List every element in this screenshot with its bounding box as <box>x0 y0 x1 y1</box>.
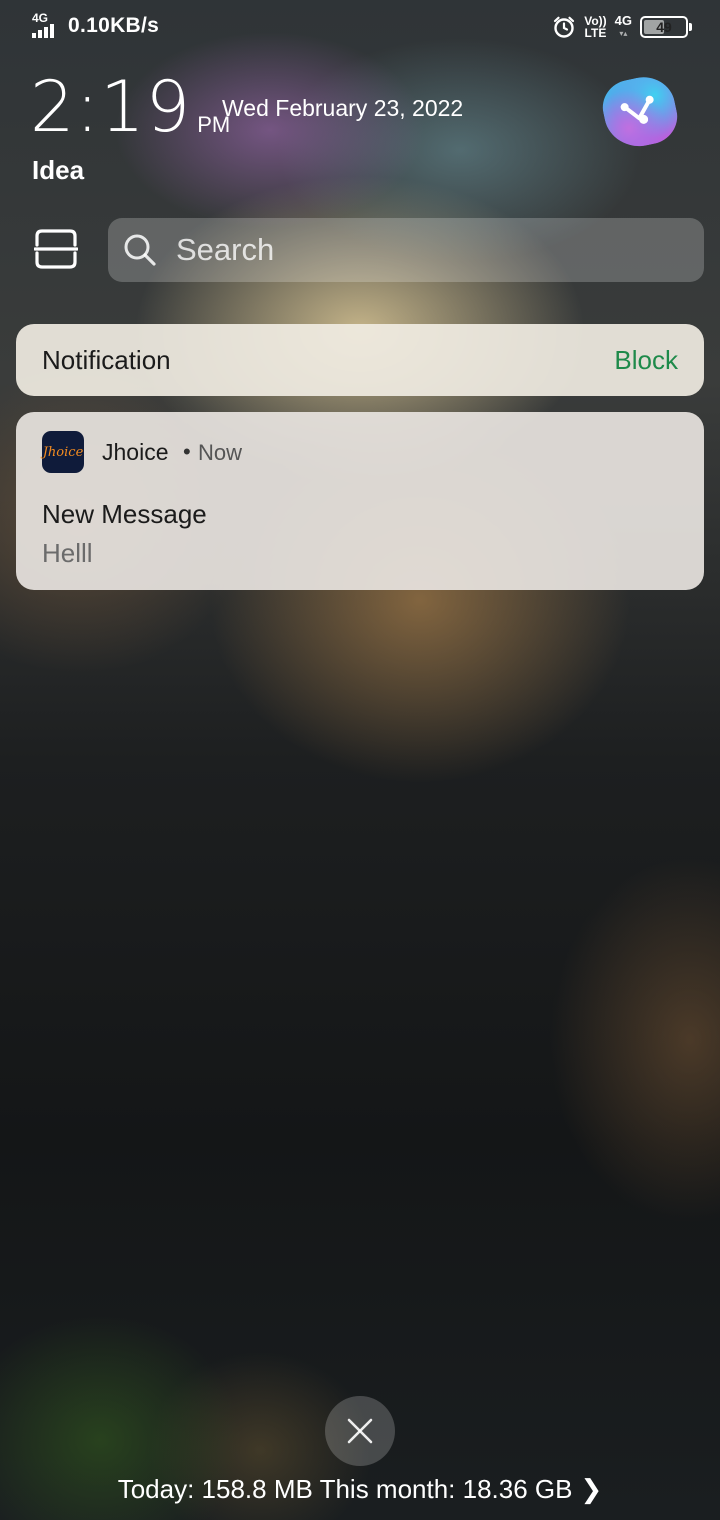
carrier-name: Idea <box>32 155 85 185</box>
lockscreen-date: Wed February 23, 2022 <box>222 95 464 121</box>
notification-separator: • <box>183 439 191 464</box>
notification-app-name: Jhoice <box>102 439 169 465</box>
assistant-logo-icon[interactable] <box>597 71 683 153</box>
notification-header: Notification Block <box>16 324 704 396</box>
data-usage-link[interactable]: Today: 158.8 MB This month: 18.36 GB ❯ <box>0 1474 720 1505</box>
status-left: 4G 0.10KB/s <box>32 12 159 40</box>
notification-time: Now <box>198 440 243 465</box>
battery-level: 49 <box>656 19 672 35</box>
scan-button[interactable] <box>33 228 79 270</box>
scan-icon <box>33 229 79 269</box>
notification-card[interactable]: Jhoice Jhoice • Now New Message Helll <box>16 412 704 590</box>
network-type-label: 4G <box>32 11 49 25</box>
search-icon <box>124 234 156 266</box>
volte-icon: Vo)) LTE <box>584 14 607 40</box>
alarm-icon <box>554 16 575 38</box>
mobile-data-icon: 4G ▾▴ <box>614 13 632 38</box>
battery-icon: 49 <box>640 16 692 38</box>
notification-body: Helll <box>42 538 93 568</box>
close-icon <box>347 1418 373 1444</box>
search-placeholder: Search <box>176 232 275 267</box>
chevron-right-icon: ❯ <box>580 1474 603 1504</box>
status-bar: 4G 0.10KB/s Vo)) LTE 4G ▾▴ 49 <box>0 0 720 56</box>
cell-signal-icon: 4G <box>32 12 62 40</box>
search-input[interactable]: Search <box>108 218 704 282</box>
jhoice-app-icon: Jhoice <box>42 431 84 473</box>
data-speed: 0.10KB/s <box>68 14 160 37</box>
notification-header-title: Notification <box>42 344 171 375</box>
status-right: Vo)) LTE 4G ▾▴ 49 <box>552 13 692 40</box>
data-usage-text: Today: 158.8 MB This month: 18.36 GB <box>117 1474 573 1504</box>
clear-all-button[interactable] <box>325 1396 395 1466</box>
clock-time: 2:19 <box>30 66 192 148</box>
notification-title: New Message <box>42 499 207 529</box>
lockscreen-clock: 2:19 PM <box>30 72 230 142</box>
block-button[interactable]: Block <box>614 345 678 376</box>
